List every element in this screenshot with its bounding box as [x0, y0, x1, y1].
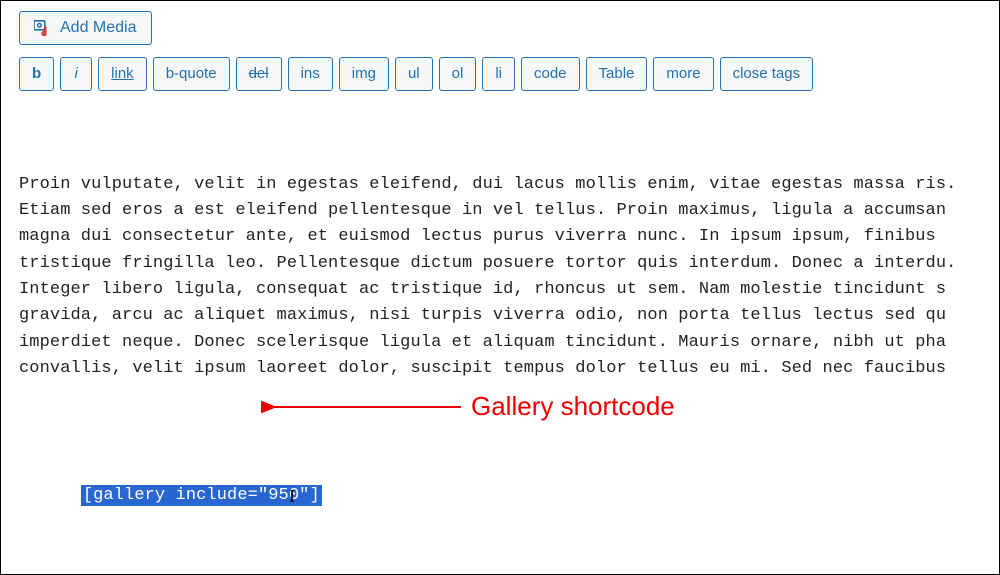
- qt-del-button[interactable]: del: [236, 57, 282, 91]
- media-toolbar: Add Media: [1, 1, 999, 51]
- gallery-shortcode-selection: [gallery include="950"]: [81, 485, 322, 506]
- qt-code-button[interactable]: code: [521, 57, 580, 91]
- qt-bquote-button[interactable]: b-quote: [153, 57, 230, 91]
- qt-img-button[interactable]: img: [339, 57, 389, 91]
- qt-table-button[interactable]: Table: [586, 57, 648, 91]
- qt-more-button[interactable]: more: [653, 57, 713, 91]
- text-cursor-icon: I: [289, 483, 295, 511]
- quicktags-toolbar: b i link b-quote del ins img ul ol li co…: [1, 51, 999, 101]
- editor-wrap: Add Media b i link b-quote del ins img u…: [1, 1, 999, 575]
- add-media-button[interactable]: Add Media: [19, 11, 152, 45]
- qt-li-button[interactable]: li: [482, 57, 515, 91]
- paragraph-1: Proin vulputate, velit in egestas eleife…: [19, 172, 981, 383]
- qt-bold-button[interactable]: b: [19, 57, 54, 91]
- camera-music-icon: [34, 19, 52, 37]
- add-media-label: Add Media: [60, 19, 137, 37]
- qt-ul-button[interactable]: ul: [395, 57, 433, 91]
- qt-closetags-button[interactable]: close tags: [720, 57, 814, 91]
- qt-ol-button[interactable]: ol: [439, 57, 477, 91]
- qt-ins-button[interactable]: ins: [288, 57, 333, 91]
- shortcode-line: [gallery include="950"] I: [19, 457, 981, 562]
- qt-link-button[interactable]: link: [98, 57, 147, 91]
- text-editor-content[interactable]: Proin vulputate, velit in egestas eleife…: [1, 101, 999, 575]
- qt-italic-button[interactable]: i: [60, 57, 92, 91]
